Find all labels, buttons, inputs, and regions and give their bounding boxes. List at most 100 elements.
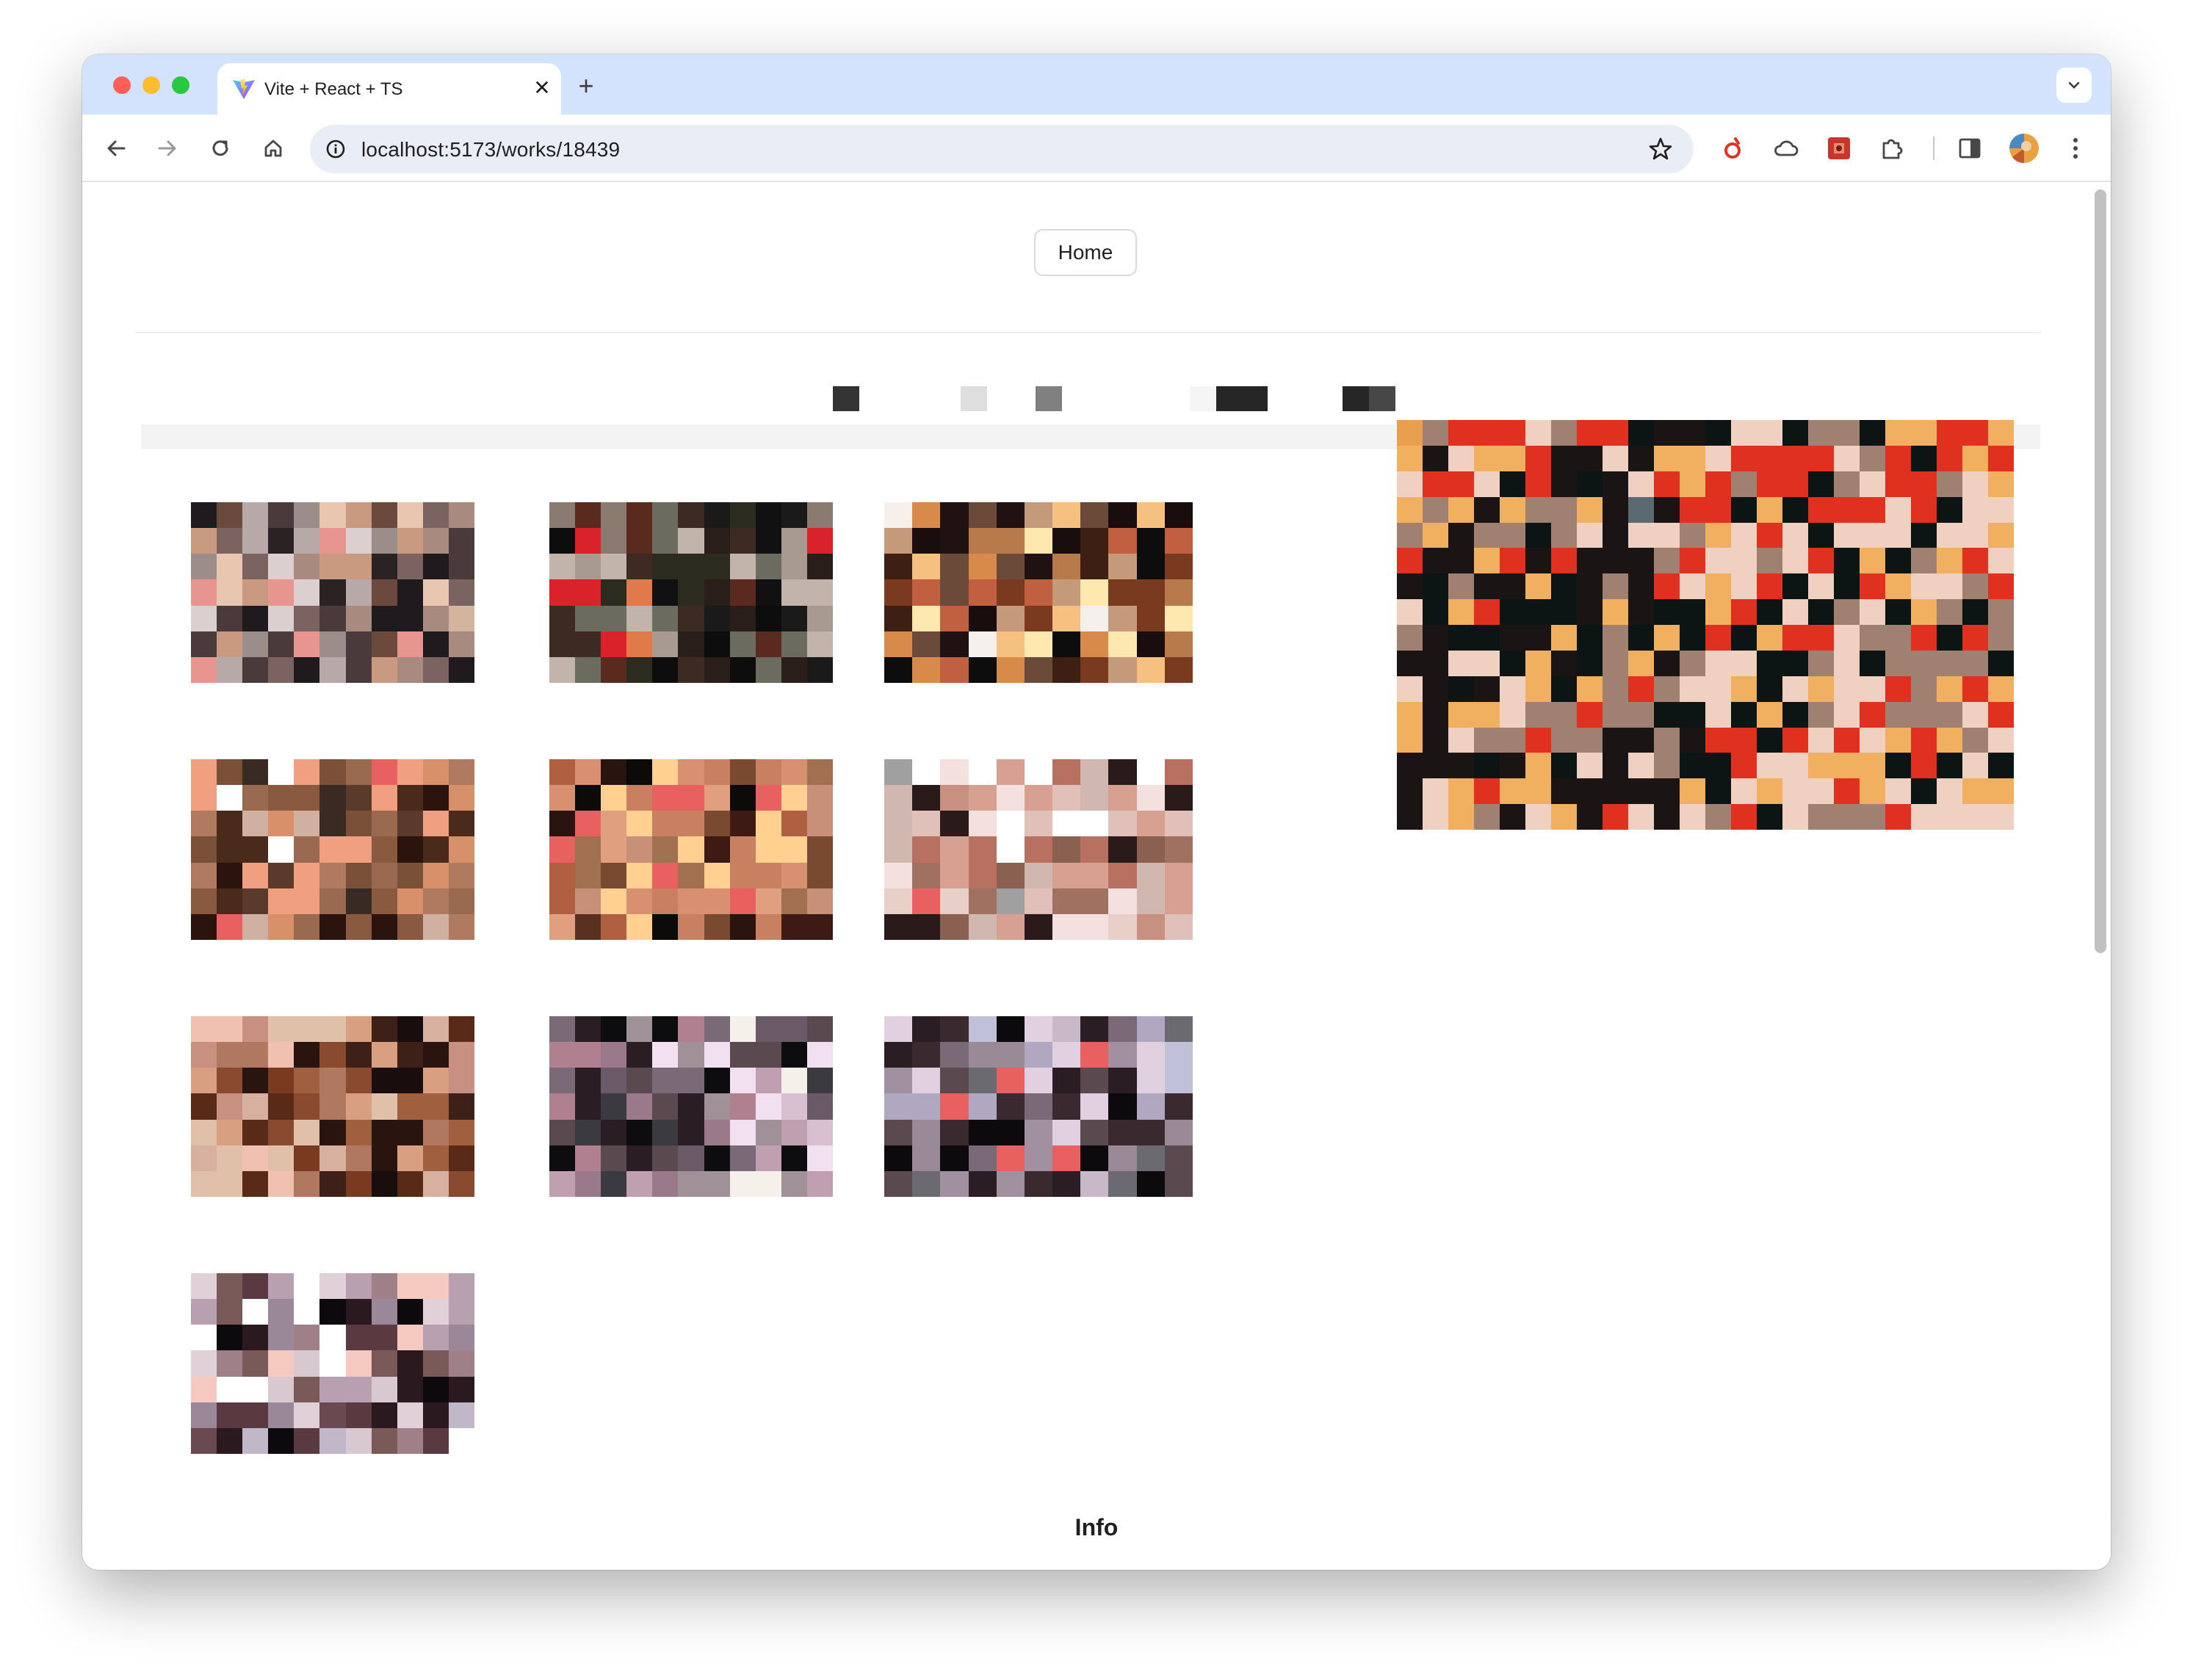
- thumbnail-pixel: [781, 605, 807, 631]
- thumbnail[interactable]: [191, 759, 474, 940]
- preview-pixel: [1654, 650, 1680, 676]
- thumbnail-pixel: [940, 631, 969, 657]
- thumbnail-pixel: [268, 579, 295, 606]
- thumbnail-pixel: [1136, 913, 1165, 940]
- thumbnail-pixel: [371, 1350, 397, 1377]
- thumbnail[interactable]: [549, 502, 833, 683]
- thumbnail-pixel: [448, 1350, 474, 1377]
- thumbnail-pixel: [755, 836, 781, 863]
- thumbnail-pixel: [1108, 502, 1137, 529]
- preview-image[interactable]: [1397, 420, 2014, 830]
- thumbnail-pixel: [319, 502, 346, 529]
- forward-button[interactable]: [150, 131, 185, 166]
- thumbnail[interactable]: [884, 759, 1193, 940]
- window-maximize-button[interactable]: [172, 76, 189, 94]
- preview-pixel: [1551, 676, 1577, 702]
- thumbnail-pixel: [345, 528, 372, 554]
- preview-pixel: [1654, 471, 1680, 497]
- thumbnail-pixel: [1164, 1016, 1193, 1043]
- preview-pixel: [1782, 650, 1808, 676]
- profile-avatar[interactable]: [2006, 131, 2042, 166]
- thumbnail-pixel: [371, 1427, 397, 1454]
- site-info-icon[interactable]: [323, 137, 348, 162]
- red-circle-extension-icon[interactable]: [1716, 131, 1751, 166]
- thumbnail[interactable]: [884, 502, 1193, 683]
- thumbnail-pixel: [191, 811, 217, 837]
- preview-pixel: [1654, 701, 1680, 728]
- thumbnail-pixel: [1080, 1042, 1109, 1068]
- thumbnail[interactable]: [549, 1016, 833, 1197]
- puzzle-extension-icon[interactable]: [1874, 131, 1910, 166]
- menu-kebab-icon[interactable]: [2058, 131, 2093, 166]
- thumbnail-pixel: [319, 1325, 346, 1351]
- preview-pixel: [1937, 548, 1962, 574]
- thumbnail-pixel: [319, 1299, 346, 1325]
- thumbnail-pixel: [884, 888, 913, 914]
- thumbnail-pixel: [968, 913, 997, 940]
- thumbnail-pixel: [626, 862, 653, 888]
- thumbnail-pixel: [422, 913, 449, 940]
- thumbnail-pixel: [371, 913, 397, 940]
- tab-close-icon[interactable]: ✕: [529, 75, 555, 101]
- thumbnail-pixel: [1052, 836, 1081, 863]
- thumbnail-pixel: [242, 759, 269, 786]
- thumbnail-pixel: [755, 913, 781, 940]
- reload-button[interactable]: [203, 131, 238, 166]
- thumbnail-pixel: [549, 656, 576, 683]
- thumbnail[interactable]: [191, 1273, 474, 1454]
- tab-search-button[interactable]: [2056, 68, 2092, 103]
- thumbnail-pixel: [678, 631, 704, 657]
- thumbnail-pixel: [242, 631, 269, 657]
- thumbnail-pixel: [884, 528, 913, 554]
- thumbnail-pixel: [626, 836, 653, 863]
- bookmark-star-icon[interactable]: [1647, 135, 1674, 163]
- thumbnail-pixel: [268, 785, 295, 811]
- preview-pixel: [1757, 727, 1782, 753]
- preview-pixel: [1577, 701, 1603, 728]
- thumbnail-pixel: [191, 759, 217, 786]
- home-nav-button[interactable]: [256, 131, 291, 166]
- thumbnail-pixel: [345, 656, 372, 683]
- thumbnail-pixel: [448, 1376, 474, 1402]
- preview-pixel: [1603, 650, 1628, 676]
- cloud-extension-icon[interactable]: [1769, 131, 1804, 166]
- thumbnail-pixel: [191, 862, 217, 888]
- thumbnail-pixel: [601, 836, 627, 863]
- thumbnail-pixel: [806, 1170, 833, 1197]
- thumbnail-pixel: [397, 579, 423, 606]
- new-tab-button[interactable]: +: [571, 72, 601, 101]
- thumbnail-pixel: [601, 502, 627, 529]
- window-minimize-button[interactable]: [142, 76, 160, 94]
- preview-pixel: [1654, 599, 1680, 625]
- thumbnail-pixel: [268, 1016, 295, 1043]
- preview-pixel: [1628, 522, 1654, 548]
- preview-pixel: [1680, 471, 1705, 497]
- scrollbar-thumb[interactable]: [2095, 189, 2106, 953]
- page-scrollbar[interactable]: [2089, 182, 2111, 1570]
- thumbnail-pixel: [626, 579, 653, 606]
- side-panel-icon[interactable]: [1952, 131, 1987, 166]
- thumbnail-pixel: [294, 631, 320, 657]
- thumbnail-pixel: [242, 1427, 269, 1454]
- home-button[interactable]: Home: [1034, 229, 1137, 276]
- thumbnail-pixel: [912, 862, 941, 888]
- preview-pixel: [1397, 522, 1423, 548]
- preview-pixel: [1757, 573, 1782, 600]
- preview-pixel: [1911, 420, 1937, 446]
- window-close-button[interactable]: [113, 76, 131, 94]
- thumbnail[interactable]: [884, 1016, 1193, 1197]
- preview-pixel: [1603, 573, 1628, 600]
- preview-pixel: [1911, 753, 1937, 779]
- preview-pixel: [1988, 548, 2014, 574]
- thumbnail-pixel: [422, 1042, 449, 1068]
- back-button[interactable]: [98, 131, 134, 166]
- red-puzzle-extension-icon[interactable]: [1821, 131, 1857, 166]
- thumbnail-pixel: [294, 913, 320, 940]
- address-bar[interactable]: localhost:5173/works/18439: [310, 125, 1694, 173]
- thumbnail[interactable]: [549, 759, 833, 940]
- thumbnail[interactable]: [191, 502, 474, 683]
- url-text[interactable]: localhost:5173/works/18439: [361, 138, 620, 162]
- tab-active[interactable]: Vite + React + TS ✕: [217, 63, 561, 115]
- preview-pixel: [1834, 522, 1860, 548]
- thumbnail[interactable]: [191, 1016, 474, 1197]
